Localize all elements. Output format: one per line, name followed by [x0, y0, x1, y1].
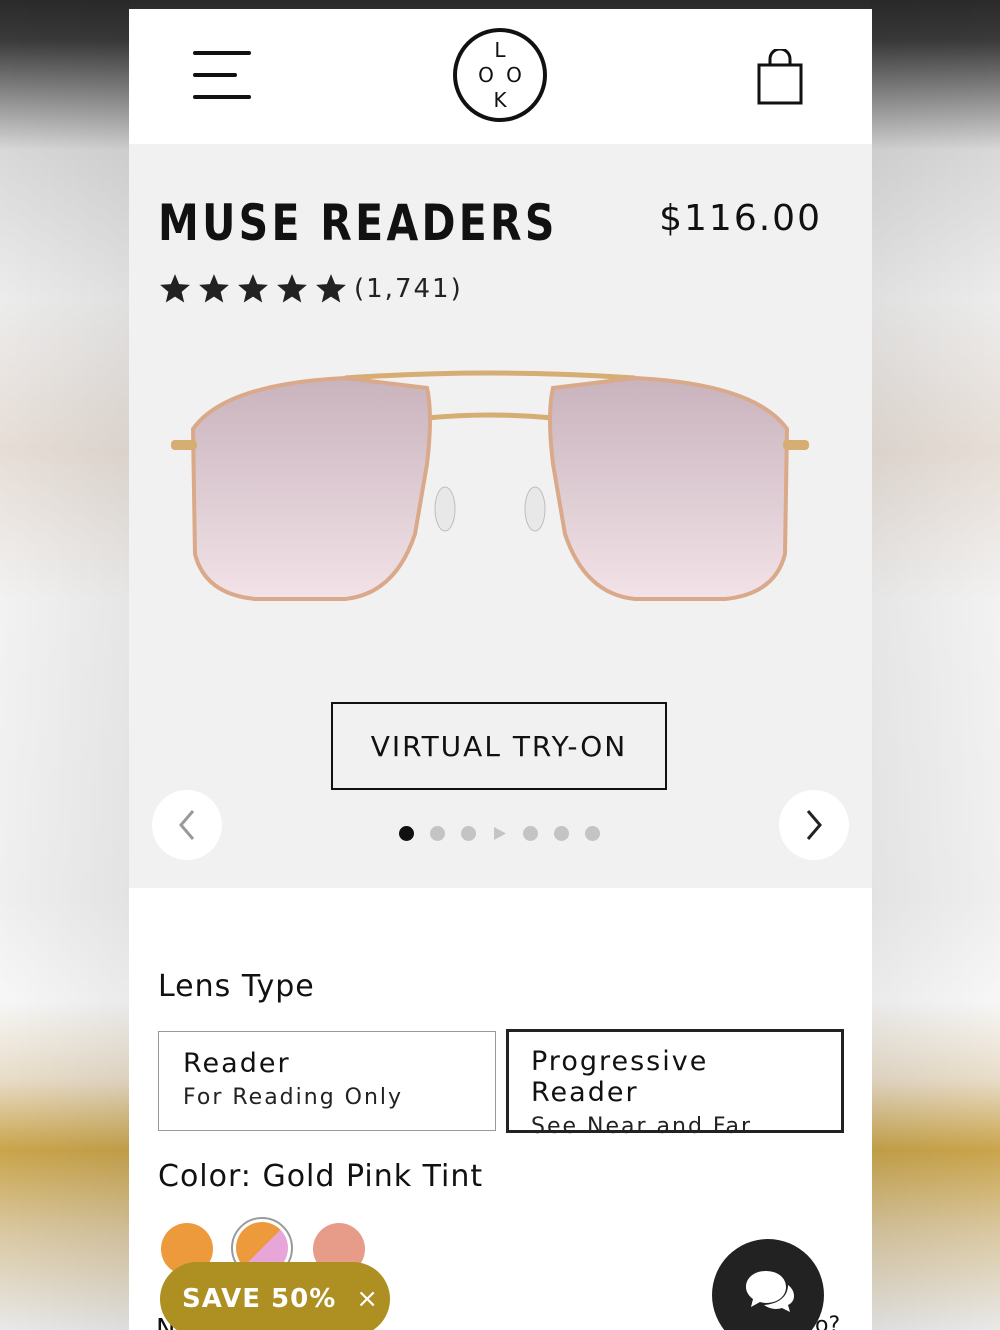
product-hero: MUSE READERS $116.00 (1,741) VIRTUAL TRY…: [129, 144, 872, 888]
star-icon: [316, 274, 346, 303]
lens-option-title: Reader: [183, 1048, 291, 1079]
menu-icon: [193, 51, 251, 55]
lens-option-subtitle: For Reading Only: [183, 1085, 404, 1110]
save-50-promo-button[interactable]: SAVE 50% ×: [160, 1262, 390, 1330]
logo-letter-o1: O: [478, 63, 494, 87]
play-icon[interactable]: [492, 826, 507, 841]
review-count: (1,741): [354, 274, 463, 304]
logo-letter-k: K: [493, 88, 507, 112]
product-image-glasses[interactable]: [165, 354, 815, 614]
lens-option-subtitle: See Near and Far: [531, 1114, 753, 1139]
app-screen: L O O K MUSE READERS $116.00 (1,741) VIR…: [129, 9, 872, 1330]
star-icon: [238, 274, 268, 303]
chevron-right-icon: [806, 810, 822, 840]
carousel-dot[interactable]: [461, 826, 476, 841]
lens-option-reader[interactable]: Reader For Reading Only: [158, 1031, 496, 1131]
lens-type-label: Lens Type: [158, 969, 315, 1004]
top-navigation-bar: L O O K: [129, 9, 872, 144]
logo-letter-l: L: [494, 38, 506, 62]
star-icon: [277, 274, 307, 303]
chevron-left-icon: [179, 810, 195, 840]
background-left: [0, 0, 129, 1330]
star-icon: [199, 274, 229, 303]
shopping-bag-icon[interactable]: [756, 49, 804, 107]
star-icon: [160, 274, 190, 303]
carousel-dot[interactable]: [523, 826, 538, 841]
carousel-dot[interactable]: [554, 826, 569, 841]
close-icon[interactable]: ×: [356, 1284, 378, 1314]
background-right: [871, 0, 1000, 1330]
carousel-dots: [399, 826, 600, 841]
rating-stars: [158, 272, 348, 306]
chat-bubbles-icon: [746, 1271, 794, 1312]
color-value: Gold Pink Tint: [262, 1159, 484, 1194]
product-price: $116.00: [659, 198, 822, 239]
menu-icon-line: [193, 73, 237, 77]
menu-button[interactable]: [193, 51, 253, 103]
carousel-next-button[interactable]: [779, 790, 849, 860]
carousel-prev-button[interactable]: [152, 790, 222, 860]
menu-icon-line: [193, 95, 251, 99]
product-title: MUSE READERS: [158, 194, 558, 252]
color-label: Color:: [158, 1159, 252, 1194]
look-logo[interactable]: L O O K: [452, 27, 548, 123]
lens-option-title: Progressive Reader: [531, 1046, 709, 1108]
product-rating[interactable]: (1,741): [158, 272, 463, 306]
carousel-dot[interactable]: [399, 826, 414, 841]
virtual-try-on-button[interactable]: VIRTUAL TRY-ON: [331, 702, 667, 790]
lens-option-progressive-reader[interactable]: Progressive Reader See Near and Far: [506, 1029, 844, 1139]
carousel-dot[interactable]: [585, 826, 600, 841]
carousel-dot[interactable]: [430, 826, 445, 841]
chat-button[interactable]: [712, 1239, 824, 1330]
logo-letter-o2: O: [506, 63, 522, 87]
promo-label: SAVE 50%: [182, 1284, 337, 1314]
color-selection-label: Color: Gold Pink Tint: [158, 1159, 483, 1194]
